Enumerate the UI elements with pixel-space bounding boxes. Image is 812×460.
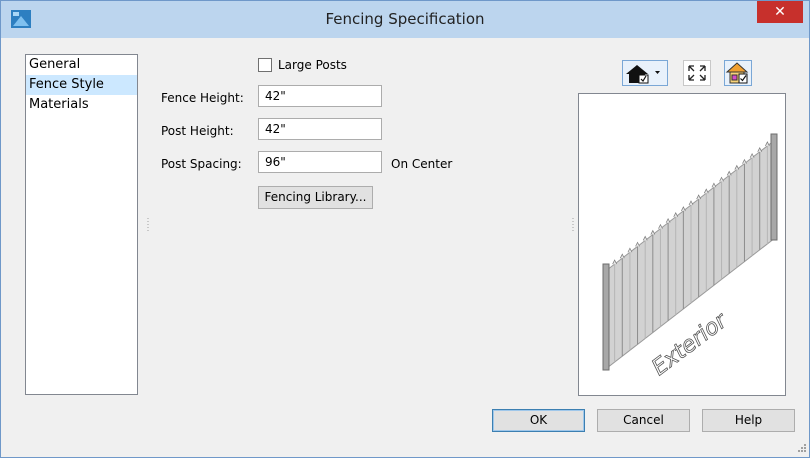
picket-tip xyxy=(757,147,763,152)
picket-tip xyxy=(642,235,648,241)
post-spacing-label: Post Spacing: xyxy=(161,157,242,171)
fence-height-label: Fence Height: xyxy=(161,91,244,105)
camera-view-icon xyxy=(622,60,668,86)
picket-tip xyxy=(627,247,633,253)
picket-tip xyxy=(681,206,686,212)
ok-button[interactable]: OK xyxy=(492,409,585,432)
help-button[interactable]: Help xyxy=(702,409,795,432)
picket-tip xyxy=(703,188,709,194)
large-posts-checkbox[interactable] xyxy=(258,58,272,72)
fence-preview-drawing: Exterior xyxy=(602,133,778,381)
picket-tip xyxy=(696,194,701,200)
large-posts-label[interactable]: Large Posts xyxy=(278,58,347,72)
post-spacing-field[interactable]: 96" xyxy=(258,151,382,173)
picket-tip xyxy=(719,176,724,182)
picket-tip xyxy=(742,158,747,164)
picket-tip xyxy=(650,229,656,235)
splitter-handle-left[interactable] xyxy=(147,218,149,232)
picket-tip xyxy=(726,170,732,176)
fence-preview[interactable]: Exterior xyxy=(578,93,786,396)
nav-item-materials[interactable]: Materials xyxy=(26,95,137,115)
picket-tip xyxy=(619,253,625,259)
camera-view-button[interactable] xyxy=(622,60,668,86)
picket-tip xyxy=(711,182,717,188)
post-height-field[interactable]: 42" xyxy=(258,118,382,140)
fill-window-icon xyxy=(683,60,711,86)
nav-item-fence-style[interactable]: Fence Style xyxy=(26,75,137,95)
picket-tip xyxy=(765,141,770,147)
picket-tip xyxy=(658,223,663,229)
post-height-label: Post Height: xyxy=(161,124,234,138)
picket-tip xyxy=(665,217,671,223)
picket-tip xyxy=(612,259,617,265)
preview-options-button[interactable] xyxy=(724,60,752,86)
title-bar[interactable]: Fencing Specification ✕ xyxy=(1,1,809,38)
picket-tip xyxy=(749,152,755,158)
fill-window-button[interactable] xyxy=(683,60,711,86)
picket-tip xyxy=(734,164,740,170)
cancel-button[interactable]: Cancel xyxy=(597,409,690,432)
picket-tip xyxy=(635,241,640,247)
fence-post xyxy=(602,263,610,371)
picket-tip xyxy=(673,212,679,217)
picket-tip xyxy=(688,200,694,206)
post-spacing-suffix: On Center xyxy=(391,157,453,171)
close-button[interactable]: ✕ xyxy=(757,1,803,23)
nav-item-general[interactable]: General xyxy=(26,55,137,75)
resize-grip-icon[interactable] xyxy=(797,443,807,453)
preview-options-icon xyxy=(724,60,752,86)
fencing-library-button[interactable]: Fencing Library... xyxy=(258,186,373,209)
fence-height-field[interactable]: 42" xyxy=(258,85,382,107)
splitter-handle-right[interactable] xyxy=(572,218,574,232)
window-title: Fencing Specification xyxy=(325,10,485,28)
category-list[interactable]: General Fence Style Materials xyxy=(25,54,138,395)
fence-post xyxy=(770,133,778,241)
